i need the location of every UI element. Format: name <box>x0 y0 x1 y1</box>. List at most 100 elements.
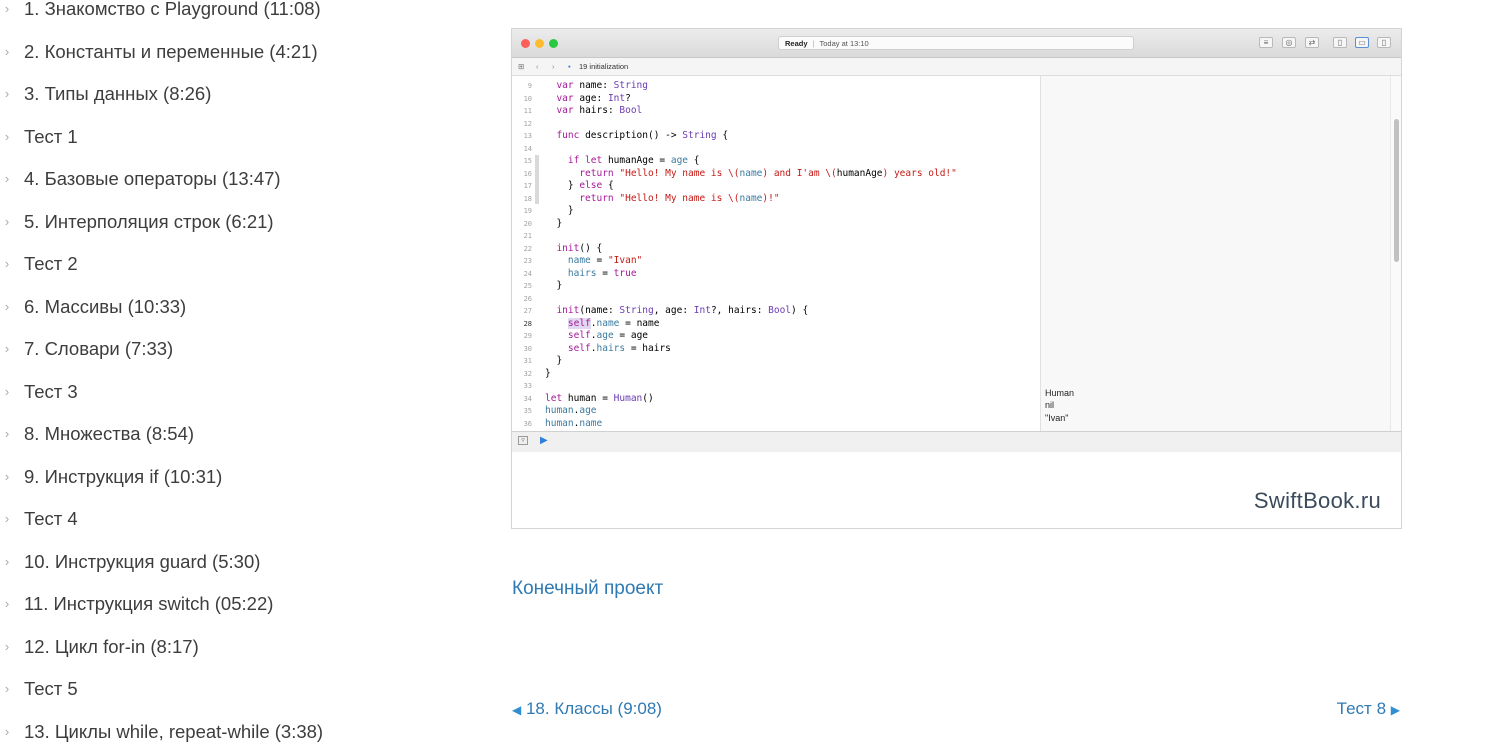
line-number: 24 <box>512 268 532 281</box>
code-text: self.hairs = hairs <box>545 343 671 356</box>
code-line: 17 } else { <box>512 180 1040 193</box>
hide-debug-icon: ▿ <box>518 436 528 445</box>
code-text: } <box>545 368 551 381</box>
code-line: 31 } <box>512 355 1040 368</box>
lesson-item[interactable]: ›Тест 2 <box>0 245 470 288</box>
lesson-title: 8. Множества (8:54) <box>24 423 194 444</box>
prev-lesson-link[interactable]: ◀ 18. Классы (9:08) <box>512 699 662 719</box>
lesson-item[interactable]: › 3. Типы данных (8:26) <box>0 75 470 118</box>
status-time-label: Today at 13:10 <box>820 39 869 48</box>
lesson-item[interactable]: › Тест 3 <box>0 373 470 416</box>
lesson-title: Тест 4 <box>24 508 78 529</box>
chevron-right-icon: › <box>0 160 14 198</box>
console-area: SwiftBook.ru <box>512 452 1401 528</box>
lesson-item[interactable]: ›1. Знакомство с Playground (11:08) <box>0 0 470 33</box>
lesson-title: 3. Типы данных (8:26) <box>24 83 211 104</box>
chevron-right-icon: › <box>0 628 14 666</box>
code-text: human.age <box>545 405 597 418</box>
lesson-item[interactable]: ›2. Константы и переменные (4:21) <box>0 33 470 76</box>
code-text: human.name <box>545 418 602 431</box>
line-number: 10 <box>512 93 532 106</box>
code-line: 33 <box>512 380 1040 393</box>
prev-lesson-label: 18. Классы (9:08) <box>526 699 662 718</box>
scrollbar[interactable] <box>1390 76 1402 431</box>
code-line: 11 var hairs: Bool <box>512 105 1040 118</box>
line-number: 28 <box>512 318 532 331</box>
line-number: 21 <box>512 230 532 243</box>
lesson-item[interactable]: ›9. Инструкция if (10:31) <box>0 458 470 501</box>
line-number: 35 <box>512 405 532 418</box>
lesson-item[interactable]: ›Тест 1 <box>0 118 470 161</box>
line-number: 22 <box>512 243 532 256</box>
line-number: 20 <box>512 218 532 231</box>
code-line: 19 } <box>512 205 1040 218</box>
arrow-left-icon: ◀ <box>512 703 521 717</box>
lesson-item[interactable]: ›5. Интерполяция строк (6:21) <box>0 203 470 246</box>
code-text: return "Hello! My name is \(name) and I'… <box>545 168 957 181</box>
lesson-item[interactable]: ›11. Инструкция switch (05:22) <box>0 585 470 628</box>
lesson-title: 12. Цикл for-in (8:17) <box>24 636 199 657</box>
chevron-right-icon: › <box>0 75 14 113</box>
navigator-toggle-icon: ▯ <box>1333 37 1347 48</box>
lesson-item[interactable]: ›Тест 5 <box>0 670 470 713</box>
code-line: 36human.name <box>512 418 1040 431</box>
code-line: 13 func description() -> String { <box>512 130 1040 143</box>
next-lesson-link[interactable]: Тест 8 ▶ <box>1337 699 1400 719</box>
chevron-right-icon: › <box>0 585 14 623</box>
code-text: var name: String <box>545 80 648 93</box>
line-number: 32 <box>512 368 532 381</box>
final-project-link[interactable]: Конечный проект <box>512 578 663 600</box>
code-line: 21 <box>512 230 1040 243</box>
code-line: 22 init() { <box>512 243 1040 256</box>
jump-bar: ⊞ ‹ › ▪ 19 initialization <box>512 58 1401 76</box>
code-line: 23 name = "Ivan" <box>512 255 1040 268</box>
scrollbar-thumb[interactable] <box>1394 119 1399 262</box>
debug-area-toggle-icon: ▭ <box>1355 37 1369 48</box>
activity-status: Ready | Today at 13:10 <box>778 36 1134 50</box>
lesson-item[interactable]: ›10. Инструкция guard (5:30) <box>0 543 470 586</box>
lesson-item[interactable]: › 12. Цикл for-in (8:17) <box>0 628 470 671</box>
line-number: 17 <box>512 180 532 193</box>
line-number: 18 <box>512 193 532 206</box>
lesson-item[interactable]: ›Тест 4 <box>0 500 470 543</box>
chevron-right-icon: › <box>0 543 14 581</box>
lesson-item[interactable]: ›13. Циклы while, repeat-while (3:38) <box>0 713 470 755</box>
code-text: name = "Ivan" <box>545 255 642 268</box>
code-line: 28 self.name = name <box>512 318 1040 331</box>
lesson-item[interactable]: › 4. Базовые операторы (13:47) <box>0 160 470 203</box>
lesson-item[interactable]: ›7. Словари (7:33) <box>0 330 470 373</box>
results-sidebar: Human nil "Ivan" <box>1040 76 1391 431</box>
line-number: 19 <box>512 205 532 218</box>
chevron-right-icon: › <box>0 330 14 368</box>
code-line: 18 return "Hello! My name is \(name)!" <box>512 193 1040 206</box>
code-line: 14 <box>512 143 1040 156</box>
line-number: 27 <box>512 305 532 318</box>
code-text: } <box>545 280 562 293</box>
arrow-right-icon: ▶ <box>1391 703 1400 717</box>
watermark: SwiftBook.ru <box>1254 488 1381 514</box>
lesson-item[interactable]: ›6. Массивы (10:33) <box>0 288 470 331</box>
status-ready-label: Ready <box>785 39 808 48</box>
code-line: 32} <box>512 368 1040 381</box>
code-line: 16 return "Hello! My name is \(name) and… <box>512 168 1040 181</box>
lesson-item[interactable]: ›8. Множества (8:54) <box>0 415 470 458</box>
video-player[interactable]: Ready | Today at 13:10 ≡ ◎ ⇄ ▯ ▭ ▯ ⊞ ‹ ›… <box>511 28 1402 529</box>
code-text: if let humanAge = age { <box>545 155 699 168</box>
line-number: 29 <box>512 330 532 343</box>
lesson-title: Тест 3 <box>24 381 78 402</box>
utilities-toggle-icon: ▯ <box>1377 37 1391 48</box>
back-icon: ‹ <box>536 58 539 75</box>
xcode-titlebar: Ready | Today at 13:10 ≡ ◎ ⇄ ▯ ▭ ▯ <box>512 29 1401 58</box>
line-number: 25 <box>512 280 532 293</box>
lesson-title: 9. Инструкция if (10:31) <box>24 466 222 487</box>
code-text: hairs = true <box>545 268 637 281</box>
lesson-title: Тест 2 <box>24 253 78 274</box>
code-text: var age: Int? <box>545 93 631 106</box>
code-text: } else { <box>545 180 614 193</box>
lesson-title: 2. Константы и переменные (4:21) <box>24 41 318 62</box>
lesson-title: 4. Базовые операторы (13:47) <box>24 168 281 189</box>
editor-version-icon: ⇄ <box>1305 37 1319 48</box>
code-text: return "Hello! My name is \(name)!" <box>545 193 780 206</box>
code-line: 15 if let humanAge = age { <box>512 155 1040 168</box>
chevron-right-icon: › <box>0 373 14 411</box>
